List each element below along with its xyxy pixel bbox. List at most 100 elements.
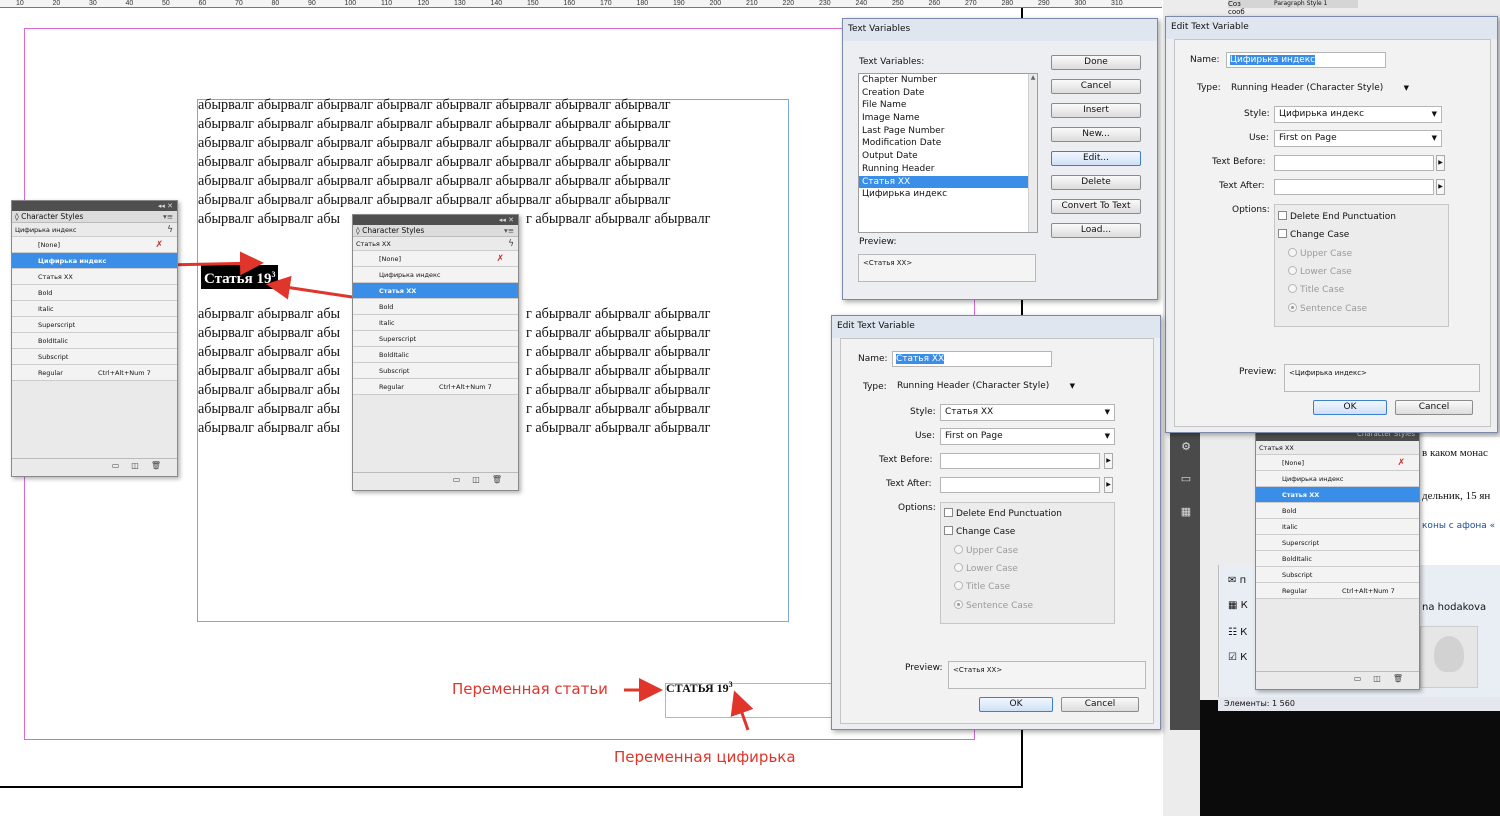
- name-field[interactable]: Статья XX: [892, 351, 1052, 367]
- clear-overrides-icon[interactable]: ✗: [1397, 455, 1405, 471]
- style-item[interactable]: Regular Ctrl+Alt+Num 7: [353, 379, 518, 395]
- style-item[interactable]: [None] ✗: [1256, 455, 1419, 471]
- variable-item[interactable]: Статья XX: [859, 175, 1037, 189]
- title-case-radio[interactable]: Title Case: [954, 581, 1010, 592]
- change-case-checkbox[interactable]: Change Case: [1278, 229, 1349, 240]
- panel-menu-icon[interactable]: ▾≡: [504, 225, 514, 237]
- lightning-icon[interactable]: ϟ: [508, 237, 514, 251]
- variable-item[interactable]: File Name: [859, 99, 1037, 112]
- delete-icon[interactable]: 🗑: [1393, 674, 1403, 683]
- change-case-checkbox[interactable]: Change Case: [944, 526, 1015, 537]
- cancel-button[interactable]: Cancel: [1395, 400, 1473, 415]
- scissors-icon[interactable]: ⚙: [1176, 440, 1196, 454]
- sentence-case-radio[interactable]: Sentence Case: [1288, 303, 1367, 314]
- new-button[interactable]: New...: [1051, 127, 1141, 142]
- load-button[interactable]: Load...: [1051, 223, 1141, 238]
- new-style-icon[interactable]: ◫: [472, 475, 480, 484]
- style-item[interactable]: Статья XX: [353, 283, 518, 299]
- text-after-field[interactable]: [940, 477, 1100, 493]
- delete-end-punctuation-checkbox[interactable]: Delete End Punctuation: [1278, 211, 1396, 222]
- book-icon[interactable]: ▦: [1176, 505, 1196, 519]
- style-item[interactable]: Regular Ctrl+Alt+Num 7: [12, 365, 177, 381]
- done-button[interactable]: Done: [1051, 55, 1141, 70]
- panel-tab[interactable]: ◊ Character Styles ▾≡: [12, 211, 177, 223]
- variable-item[interactable]: Running Header: [859, 163, 1037, 176]
- style-item[interactable]: Subscript: [353, 363, 518, 379]
- lower-case-radio[interactable]: Lower Case: [954, 563, 1018, 574]
- style-list[interactable]: [None] ✗ Цифирька индекс Статья XX Bold Itali…: [1256, 455, 1419, 599]
- mail-item[interactable]: ☑ К: [1228, 652, 1247, 663]
- group-icon[interactable]: ▭: [453, 475, 461, 484]
- style-item[interactable]: Bold: [1256, 503, 1419, 519]
- name-field[interactable]: Цифирька индекс: [1226, 52, 1386, 68]
- mail-item[interactable]: ☷ К: [1228, 627, 1247, 638]
- style-item[interactable]: Subscript: [12, 349, 177, 365]
- cancel-button[interactable]: Cancel: [1061, 697, 1139, 712]
- style-item[interactable]: Bold: [12, 285, 177, 301]
- insert-button[interactable]: Insert: [1051, 103, 1141, 118]
- mail-item[interactable]: ▦ К: [1228, 600, 1248, 611]
- style-item[interactable]: BoldItalic: [1256, 551, 1419, 567]
- panel-tab[interactable]: ◊ Character Styles ▾≡: [353, 225, 518, 237]
- style-item[interactable]: BoldItalic: [353, 347, 518, 363]
- style-item[interactable]: Superscript: [12, 317, 177, 333]
- style-dropdown[interactable]: Статья XX ▼: [940, 404, 1115, 421]
- frame-icon[interactable]: ▭: [1176, 472, 1196, 486]
- character-styles-panel[interactable]: ◂◂ ✕ ◊ Character Styles ▾≡ Цифирька индек…: [11, 200, 178, 477]
- style-item[interactable]: Italic: [12, 301, 177, 317]
- style-item[interactable]: Superscript: [1256, 535, 1419, 551]
- style-item[interactable]: Superscript: [353, 331, 518, 347]
- collapse-icon[interactable]: ◂◂ ✕: [499, 216, 514, 224]
- new-style-icon[interactable]: ◫: [1373, 674, 1381, 683]
- variable-item[interactable]: Output Date: [859, 150, 1037, 163]
- panel-titlebar[interactable]: ◂◂ ✕: [12, 201, 177, 211]
- variable-item[interactable]: Цифирька индекс: [859, 188, 1037, 201]
- sentence-case-radio[interactable]: Sentence Case: [954, 600, 1033, 611]
- text-after-field[interactable]: [1274, 179, 1434, 195]
- variable-items[interactable]: Chapter Number Creation Date File Name Imag…: [859, 74, 1037, 201]
- upper-case-radio[interactable]: Upper Case: [954, 545, 1018, 556]
- contact-name[interactable]: na hodakova: [1422, 602, 1486, 613]
- character-styles-panel-2[interactable]: ◂◂ ✕ ◊ Character Styles ▾≡ Статья XX ϟ [No…: [352, 214, 519, 491]
- style-item[interactable]: Статья XX: [1256, 487, 1419, 503]
- ok-button[interactable]: OK: [979, 697, 1053, 712]
- title-case-radio[interactable]: Title Case: [1288, 284, 1344, 295]
- mail-item[interactable]: ✉ п: [1228, 575, 1246, 586]
- text-before-field[interactable]: [1274, 155, 1434, 171]
- style-item[interactable]: Цифирька индекс: [353, 267, 518, 283]
- clear-overrides-icon[interactable]: ✗: [496, 251, 504, 267]
- variable-item[interactable]: Image Name: [859, 112, 1037, 125]
- text-before-field[interactable]: [940, 453, 1100, 469]
- style-dropdown[interactable]: Цифирька индекс ▼: [1274, 106, 1442, 123]
- variables-list[interactable]: Chapter Number Creation Date File Name Imag…: [858, 73, 1038, 233]
- variable-item[interactable]: Modification Date: [859, 137, 1037, 150]
- style-item[interactable]: BoldItalic: [12, 333, 177, 349]
- email-link-line[interactable]: коны с афона «: [1422, 521, 1495, 531]
- panel-titlebar[interactable]: ◂◂ ✕: [353, 215, 518, 225]
- type-dropdown[interactable]: Running Header (Character Style) ▼: [1226, 80, 1414, 97]
- style-item[interactable]: Italic: [353, 315, 518, 331]
- group-icon[interactable]: ▭: [112, 461, 120, 470]
- delete-icon[interactable]: 🗑: [151, 461, 161, 470]
- style-item[interactable]: [None] ✗: [353, 251, 518, 267]
- group-icon[interactable]: ▭: [1354, 674, 1362, 683]
- edit-text-variable-dialog-2[interactable]: Edit Text Variable Name: Статья XX Type:…: [831, 315, 1161, 730]
- arrow-right-icon[interactable]: ▶: [1104, 477, 1113, 493]
- style-item[interactable]: Цифирька индекс: [1256, 471, 1419, 487]
- lightning-icon[interactable]: ϟ: [167, 223, 173, 237]
- style-item[interactable]: Italic: [1256, 519, 1419, 535]
- arrow-right-icon[interactable]: ▶: [1436, 179, 1445, 195]
- upper-case-radio[interactable]: Upper Case: [1288, 248, 1352, 259]
- delete-button[interactable]: Delete: [1051, 175, 1141, 190]
- panel-menu-icon[interactable]: ▾≡: [163, 211, 173, 223]
- type-dropdown[interactable]: Running Header (Character Style) ▼: [892, 378, 1080, 395]
- style-item[interactable]: Цифирька индекс: [12, 253, 177, 269]
- arrow-right-icon[interactable]: ▶: [1104, 453, 1113, 469]
- style-item[interactable]: Статья XX: [12, 269, 177, 285]
- delete-icon[interactable]: 🗑: [492, 475, 502, 484]
- edit-button[interactable]: Edit...: [1051, 151, 1141, 166]
- collapse-icon[interactable]: ◂◂ ✕: [158, 202, 173, 210]
- delete-end-punctuation-checkbox[interactable]: Delete End Punctuation: [944, 508, 1062, 519]
- style-item[interactable]: Bold: [353, 299, 518, 315]
- cancel-button[interactable]: Cancel: [1051, 79, 1141, 94]
